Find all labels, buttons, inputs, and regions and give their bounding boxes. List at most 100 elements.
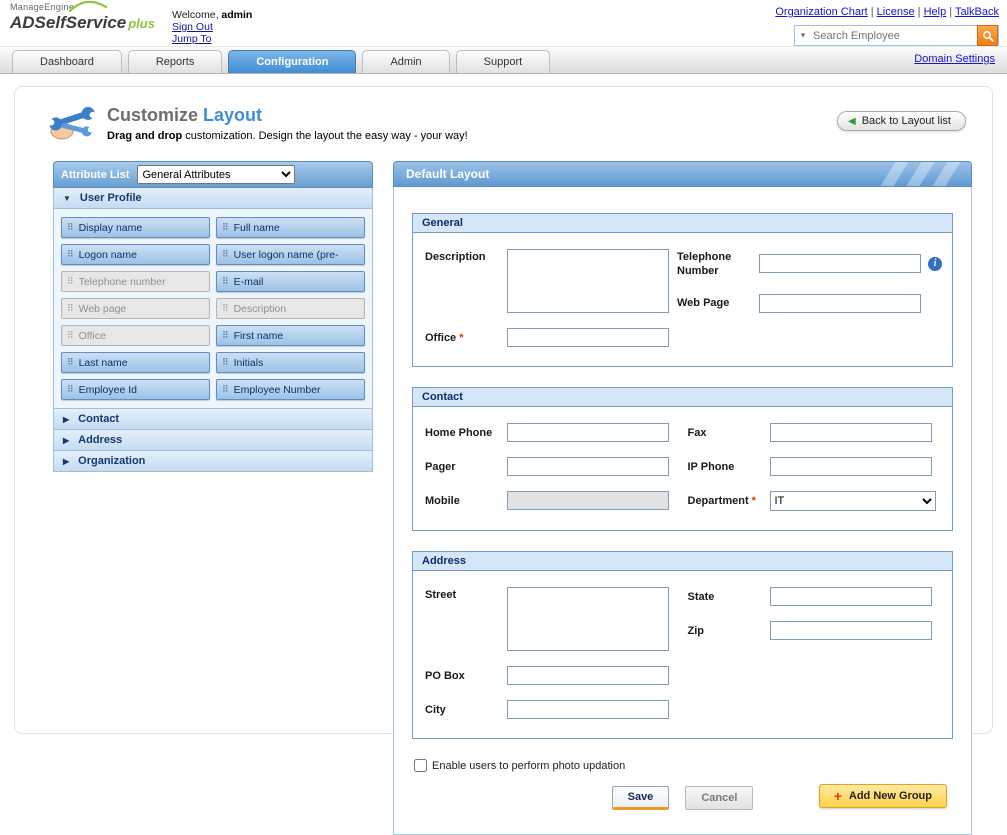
field-label-home-phone: Home Phone	[425, 426, 493, 439]
attribute-display-name[interactable]: ⠿ Display name	[61, 217, 210, 238]
top-bar: ManageEngine ADSelfService plus Welcome, …	[0, 0, 1007, 46]
attribute-logon-name[interactable]: ⠿ Logon name	[61, 244, 210, 265]
search-button[interactable]	[977, 25, 998, 46]
header-link-talkback[interactable]: TalkBack	[955, 6, 999, 18]
back-arrow-icon: ◀	[848, 115, 856, 127]
field-office[interactable]	[507, 328, 669, 347]
search-scope-dropdown-icon[interactable]: ▾	[795, 30, 811, 41]
back-to-layout-list-button[interactable]: ◀ Back to Layout list	[837, 111, 966, 131]
section-organization[interactable]: ▶ Organization	[53, 451, 373, 472]
field-state[interactable]	[769, 587, 932, 606]
required-asterisk: *	[456, 331, 464, 344]
group-address: Address Street PO Box City State Zip	[412, 551, 953, 739]
domain-settings-link[interactable]: Domain Settings	[914, 53, 995, 67]
field-row-telephone-number: Telephone Number i	[677, 249, 942, 279]
product-name: ADSelfService plus	[10, 14, 155, 31]
add-new-group-button[interactable]: + Add New Group	[818, 784, 947, 808]
attribute-label: Last name	[78, 356, 128, 369]
drag-handle-icon: ⠿	[222, 330, 229, 340]
attribute-first-name[interactable]: ⠿ First name	[216, 325, 365, 346]
section-label: Contact	[78, 413, 120, 425]
tab-configuration[interactable]: Configuration	[228, 50, 357, 73]
field-zip[interactable]	[769, 621, 932, 640]
tab-dashboard[interactable]: Dashboard	[12, 50, 122, 73]
username: admin	[221, 9, 253, 21]
field-fax[interactable]	[769, 423, 932, 442]
field-label-state: State	[687, 590, 715, 603]
customize-layout-icon	[47, 106, 97, 140]
group-column-left: Street PO Box City	[425, 587, 680, 734]
field-label-city: City	[425, 703, 446, 716]
field-home-phone[interactable]	[507, 423, 669, 442]
field-label-web-page: Web Page	[677, 297, 730, 310]
group-column-left: Home Phone Pager Mobile	[425, 423, 680, 526]
section-address[interactable]: ▶ Address	[53, 430, 373, 451]
page-title-accent: Layout	[203, 105, 263, 125]
field-row-office: Office *	[425, 328, 669, 347]
field-mobile	[507, 491, 669, 510]
group-column-left: Description Office *	[425, 249, 669, 362]
separator: |	[914, 6, 924, 18]
field-row-city: City	[425, 700, 680, 719]
cancel-button[interactable]: Cancel	[685, 786, 754, 810]
field-pager[interactable]	[507, 457, 669, 476]
attribute-user-logon-name-pre[interactable]: ⠿ User logon name (pre-	[216, 244, 365, 265]
field-label-department: Department *	[687, 495, 756, 508]
field-description[interactable]	[507, 249, 669, 313]
section-user-profile[interactable]: ▼ User Profile	[53, 188, 373, 209]
search-input[interactable]	[811, 27, 977, 44]
group-column-right: Fax IP Phone Department * IT	[680, 423, 943, 526]
attribute-category-select[interactable]: General Attributes	[137, 165, 296, 184]
jump-to-link[interactable]: Jump To	[172, 33, 212, 45]
required-asterisk: *	[748, 495, 756, 508]
attribute-employee-id[interactable]: ⠿ Employee Id	[61, 379, 210, 400]
attribute-full-name[interactable]: ⠿ Full name	[216, 217, 365, 238]
header-link-help[interactable]: Help	[924, 6, 947, 18]
header-stripe-decoration	[903, 162, 938, 186]
field-po-box[interactable]	[507, 666, 669, 685]
field-row-ip-phone: IP Phone	[688, 457, 943, 476]
layout-groups: General Description Office * Telephone Numb…	[412, 213, 953, 739]
attribute-initials[interactable]: ⠿ Initials	[216, 352, 365, 373]
field-label-street: Street	[425, 589, 457, 601]
attribute-label: First name	[233, 329, 284, 342]
tab-reports[interactable]: Reports	[127, 50, 223, 73]
field-telephone-number[interactable]	[759, 254, 921, 274]
field-street[interactable]	[507, 587, 669, 651]
save-button[interactable]: Save	[611, 786, 670, 810]
attribute-web-page: ⠿ Web page	[61, 298, 210, 319]
field-web-page[interactable]	[759, 293, 921, 313]
field-row-zip: Zip	[688, 621, 943, 640]
info-icon[interactable]: i	[928, 256, 942, 271]
product-name-text: ADSelfService	[10, 13, 127, 32]
section-contact[interactable]: ▶ Contact	[53, 409, 373, 430]
attribute-last-name[interactable]: ⠿ Last name	[61, 352, 210, 373]
attribute-e-mail[interactable]: ⠿ E-mail	[216, 271, 365, 292]
tab-admin[interactable]: Admin	[362, 50, 450, 73]
field-row-mobile: Mobile	[425, 491, 680, 510]
welcome-text: Welcome,	[172, 9, 219, 21]
attribute-sections: ▼ User Profile ⠿ Display name ⠿ Full name ⠿ Log…	[53, 188, 373, 472]
sign-out-link[interactable]: Sign Out	[172, 21, 213, 33]
header-link-license[interactable]: License	[877, 6, 915, 18]
field-label-office: Office *	[425, 331, 464, 344]
drag-handle-icon: ⠿	[67, 357, 74, 367]
magnifier-icon	[982, 30, 994, 42]
field-row-pager: Pager	[425, 457, 680, 476]
drag-handle-icon: ⠿	[222, 249, 229, 259]
attribute-employee-number[interactable]: ⠿ Employee Number	[216, 379, 365, 400]
tab-support[interactable]: Support	[455, 50, 551, 73]
field-label-telephone-number: Telephone Number	[677, 251, 732, 277]
attribute-label: Web page	[78, 302, 127, 315]
field-ip-phone[interactable]	[769, 457, 932, 476]
photo-updation-checkbox[interactable]	[414, 759, 427, 772]
field-city[interactable]	[507, 700, 669, 719]
drag-handle-icon: ⠿	[222, 276, 229, 286]
section-label: Address	[78, 434, 123, 446]
section-label: User Profile	[79, 192, 142, 204]
header-stripe-decoration	[929, 162, 964, 186]
header-link-organization-chart[interactable]: Organization Chart	[775, 6, 867, 18]
field-department[interactable]: IT	[769, 491, 936, 511]
drag-handle-icon: ⠿	[67, 276, 74, 286]
separator: |	[867, 6, 877, 18]
